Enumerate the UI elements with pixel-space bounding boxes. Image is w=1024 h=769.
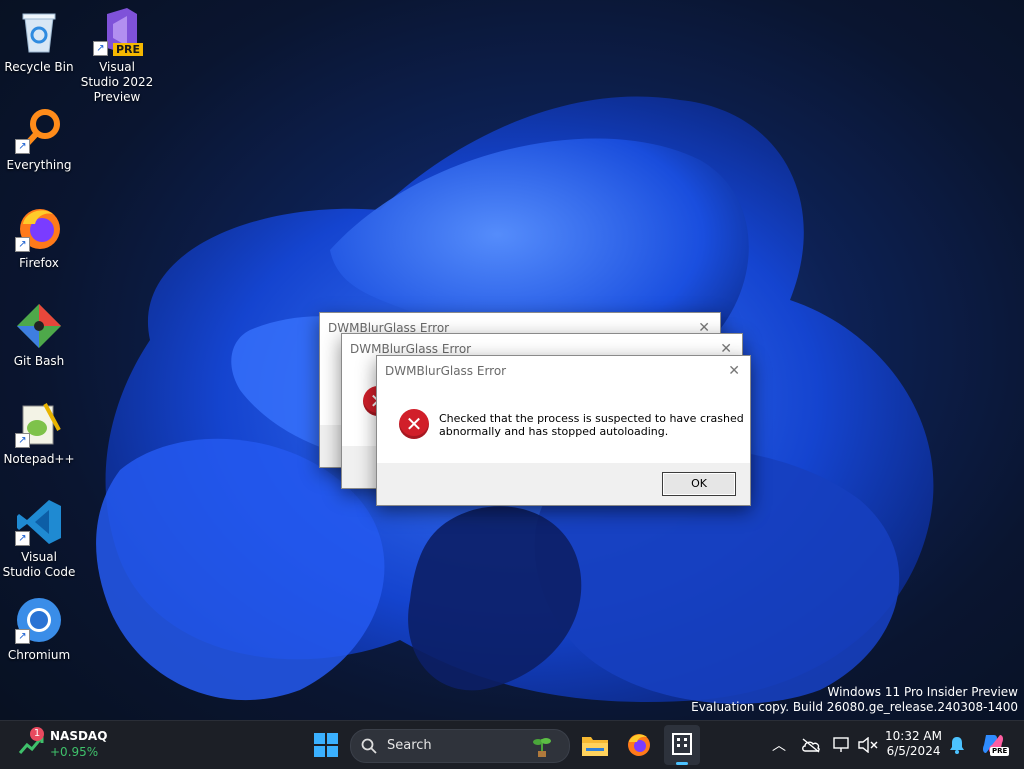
taskbar-file-explorer[interactable] (578, 721, 612, 769)
desktop-icon-label: Everything (6, 158, 72, 172)
notepad-plus-plus-icon: ↗ (15, 400, 63, 448)
notification-badge: 1 (30, 727, 44, 741)
taskbar-firefox[interactable] (622, 721, 656, 769)
desktop-icon-label: Recycle Bin (4, 60, 74, 74)
desktop-icon-label: Notepad++ (3, 452, 75, 466)
shortcut-arrow-icon: ↗ (93, 41, 108, 56)
close-icon[interactable]: ✕ (728, 356, 740, 386)
dialog-title: DWMBlurGlass Error (385, 364, 507, 378)
start-button[interactable] (308, 721, 344, 769)
pre-badge: PRE (112, 43, 143, 56)
firefox-icon: ↗ (15, 204, 63, 252)
error-message: Checked that the process is suspected to… (439, 412, 744, 438)
windows-logo-icon (314, 733, 338, 757)
shortcut-arrow-icon: ↗ (15, 237, 30, 252)
tray-network[interactable] (798, 721, 824, 769)
app-building-icon (672, 733, 692, 755)
taskbar-search[interactable]: Search (350, 729, 570, 763)
shortcut-arrow-icon: ↗ (15, 531, 30, 546)
error-message-line: abnormally and has stopped autoloading. (439, 425, 669, 438)
copilot-pre-badge: PRE (990, 747, 1010, 756)
widget-change: +0.95% (50, 745, 99, 759)
desktop-icon-vscode[interactable]: ↗ Visual Studio Code (1, 498, 77, 580)
desktop-icon-label: Visual Studio 2022 Preview (80, 60, 154, 104)
shortcut-arrow-icon: ↗ (15, 433, 30, 448)
everything-search-icon: ↗ (15, 106, 63, 154)
desktop-icon-recycle-bin[interactable]: Recycle Bin (1, 8, 77, 75)
desktop-icon-chromium[interactable]: ↗ Chromium (1, 596, 77, 663)
desktop-icon-label: Chromium (7, 648, 71, 662)
desktop-icon-label: Visual Studio Code (2, 550, 76, 579)
dialog-title: DWMBlurGlass Error (350, 342, 472, 356)
watermark-line: Evaluation copy. Build 26080.ge_release.… (691, 700, 1018, 714)
dialog-titlebar[interactable]: DWMBlurGlass Error ✕ (377, 356, 750, 386)
evaluation-watermark: Windows 11 Pro Insider Preview Evaluatio… (691, 685, 1018, 715)
error-message-line: Checked that the process is suspected to… (439, 412, 744, 425)
git-bash-icon (15, 302, 63, 350)
stocks-widget[interactable]: 1 NASDAQ +0.95% (14, 721, 124, 769)
tray-display[interactable] (830, 721, 854, 769)
show-hidden-icons-button[interactable]: ︿ (768, 721, 788, 769)
shortcut-arrow-icon: ↗ (15, 139, 30, 154)
notifications-button[interactable] (946, 721, 968, 769)
tray-volume[interactable] (856, 721, 880, 769)
ok-button[interactable]: OK (662, 472, 736, 496)
desktop-icon-git-bash[interactable]: Git Bash (1, 302, 77, 369)
dialog-footer: OK (377, 463, 750, 505)
shortcut-arrow-icon: ↗ (15, 629, 30, 644)
firefox-icon (628, 734, 650, 756)
taskbar-active-app[interactable] (664, 725, 700, 765)
vscode-icon: ↗ (15, 498, 63, 546)
search-highlight-plant-icon (533, 738, 551, 757)
desktop-icon-visual-studio-preview[interactable]: PRE ↗ Visual Studio 2022 Preview (79, 8, 155, 105)
chromium-icon: ↗ (15, 596, 63, 644)
recycle-bin-icon (15, 8, 63, 56)
taskbar: 1 NASDAQ +0.95% Search ︿ 10:32 AM 6/5/20… (0, 720, 1024, 769)
desktop-icon-label: Git Bash (13, 354, 65, 368)
error-dialog-front[interactable]: DWMBlurGlass Error ✕ ✕ Checked that the … (376, 355, 751, 506)
folder-icon (582, 737, 608, 756)
clock-date: 6/5/2024 (886, 744, 941, 758)
desktop-icon-firefox[interactable]: ↗ Firefox (1, 204, 77, 271)
cloud-offline-icon (802, 738, 820, 753)
bell-icon (950, 737, 964, 754)
visual-studio-preview-icon: PRE ↗ (93, 8, 143, 56)
widget-name: NASDAQ (50, 729, 108, 743)
chevron-up-icon: ︿ (772, 738, 786, 754)
active-indicator (676, 762, 688, 765)
copilot-button[interactable]: PRE (978, 721, 1010, 769)
monitor-icon (833, 737, 849, 752)
clock-time: 10:32 AM (885, 729, 942, 743)
speaker-muted-icon (858, 737, 878, 753)
desktop-icon-notepad-plus-plus[interactable]: ↗ Notepad++ (1, 400, 77, 467)
desktop-icon-everything[interactable]: ↗ Everything (1, 106, 77, 173)
search-icon (361, 738, 377, 754)
error-icon: ✕ (399, 409, 429, 439)
system-clock[interactable]: 10:32 AM 6/5/2024 (885, 729, 942, 759)
desktop-icon-label: Firefox (19, 256, 59, 270)
search-placeholder: Search (387, 738, 432, 753)
watermark-line: Windows 11 Pro Insider Preview (827, 685, 1018, 699)
